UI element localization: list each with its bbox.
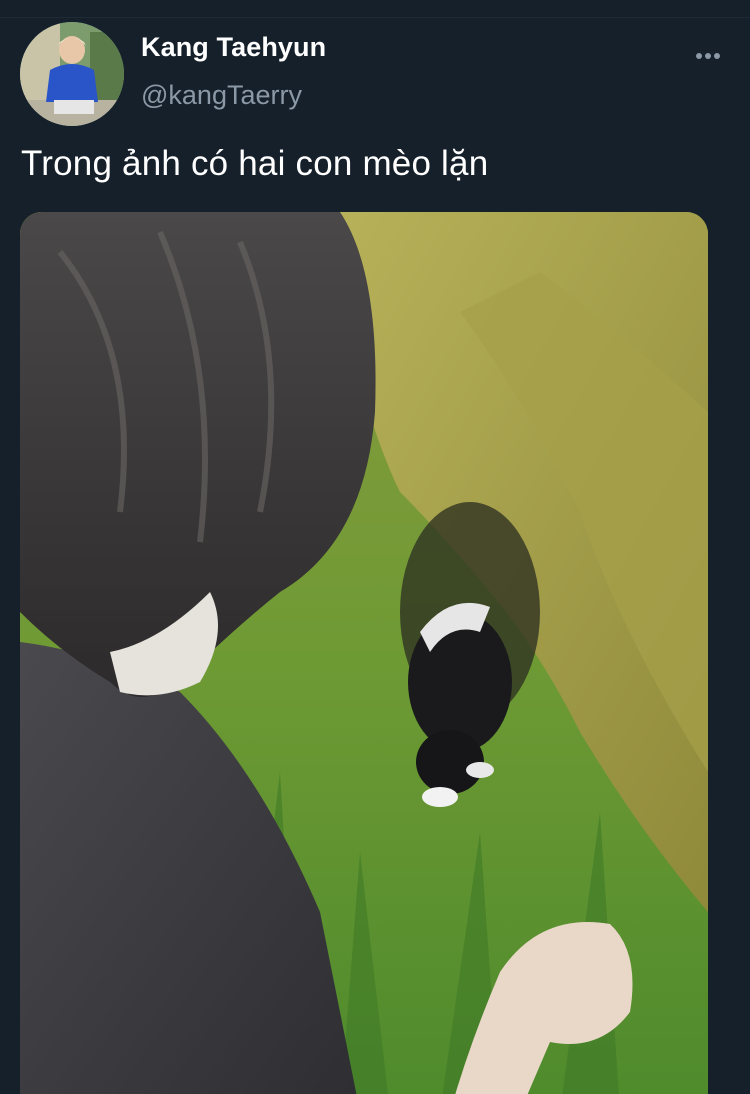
media-photo [20, 212, 708, 1094]
top-divider [0, 0, 750, 18]
avatar[interactable] [20, 22, 124, 126]
tweet-card[interactable]: Kang Taehyun @kangTaerry Trong ảnh có ha… [0, 18, 750, 1094]
author-name[interactable]: Kang Taehyun [141, 32, 326, 63]
tweet-media-image[interactable] [20, 212, 708, 1094]
tweet-text: Trong ảnh có hai con mèo lặn [21, 144, 489, 183]
more-horizontal-icon-dot [714, 53, 720, 59]
author-handle[interactable]: @kangTaerry [141, 80, 302, 111]
more-options-button[interactable] [690, 44, 726, 68]
more-horizontal-icon-dot [705, 53, 711, 59]
avatar-photo [20, 22, 124, 126]
more-horizontal-icon [696, 53, 702, 59]
